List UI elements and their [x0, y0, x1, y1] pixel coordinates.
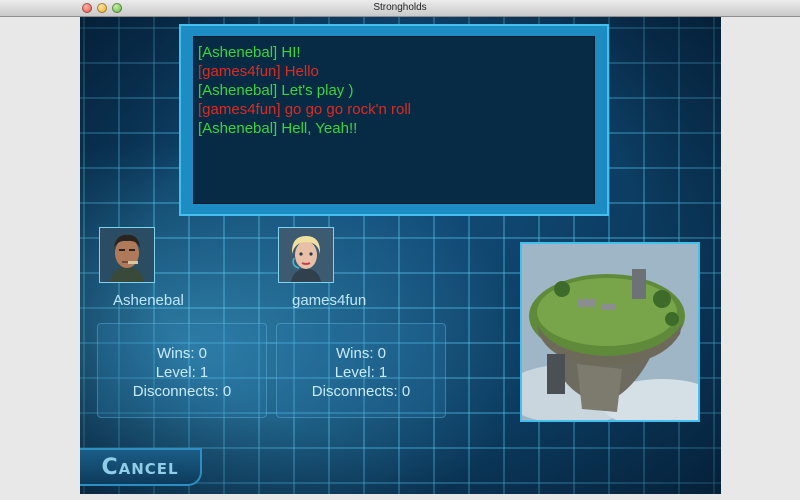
chat-message: [Ashenebal] Let's play ) — [198, 82, 354, 99]
game-lobby-screen: [Ashenebal] HI! [games4fun] Hello [Ashen… — [80, 17, 721, 494]
wins-stat: Wins: 0 — [335, 345, 386, 362]
chat-message: [Ashenebal] Hell, Yeah!! — [198, 120, 358, 137]
window-title: Strongholds — [373, 2, 427, 13]
player-name: games4fun — [292, 292, 367, 309]
floating-island-map-icon[interactable] — [520, 242, 700, 422]
soldier-portrait-icon — [99, 227, 155, 283]
level-stat: Level: 1 — [334, 364, 388, 381]
player-name: Ashenebal — [113, 292, 184, 309]
wins-stat: Wins: 0 — [156, 345, 207, 362]
chat-message: [Ashenebal] HI! — [198, 44, 301, 61]
chat-log[interactable]: [Ashenebal] HI! [games4fun] Hello [Ashen… — [193, 36, 595, 204]
chat-message: [games4fun] go go go rock'n roll — [198, 101, 411, 118]
cancel-button-label: Cancel — [101, 454, 179, 480]
chat-panel: [Ashenebal] HI! [games4fun] Hello [Ashen… — [179, 24, 609, 216]
cancel-button[interactable]: Cancel — [80, 448, 202, 486]
disconnects-stat: Disconnects: 0 — [132, 383, 232, 400]
player-stats-panel: Wins: 0 Level: 1 Disconnects: 0 — [276, 323, 446, 418]
chat-message: [games4fun] Hello — [198, 63, 319, 80]
woman-portrait-icon — [278, 227, 334, 283]
level-stat: Level: 1 — [155, 364, 209, 381]
window-titlebar: Strongholds — [0, 0, 800, 17]
disconnects-stat: Disconnects: 0 — [311, 383, 411, 400]
player-stats-panel: Wins: 0 Level: 1 Disconnects: 0 — [97, 323, 267, 418]
